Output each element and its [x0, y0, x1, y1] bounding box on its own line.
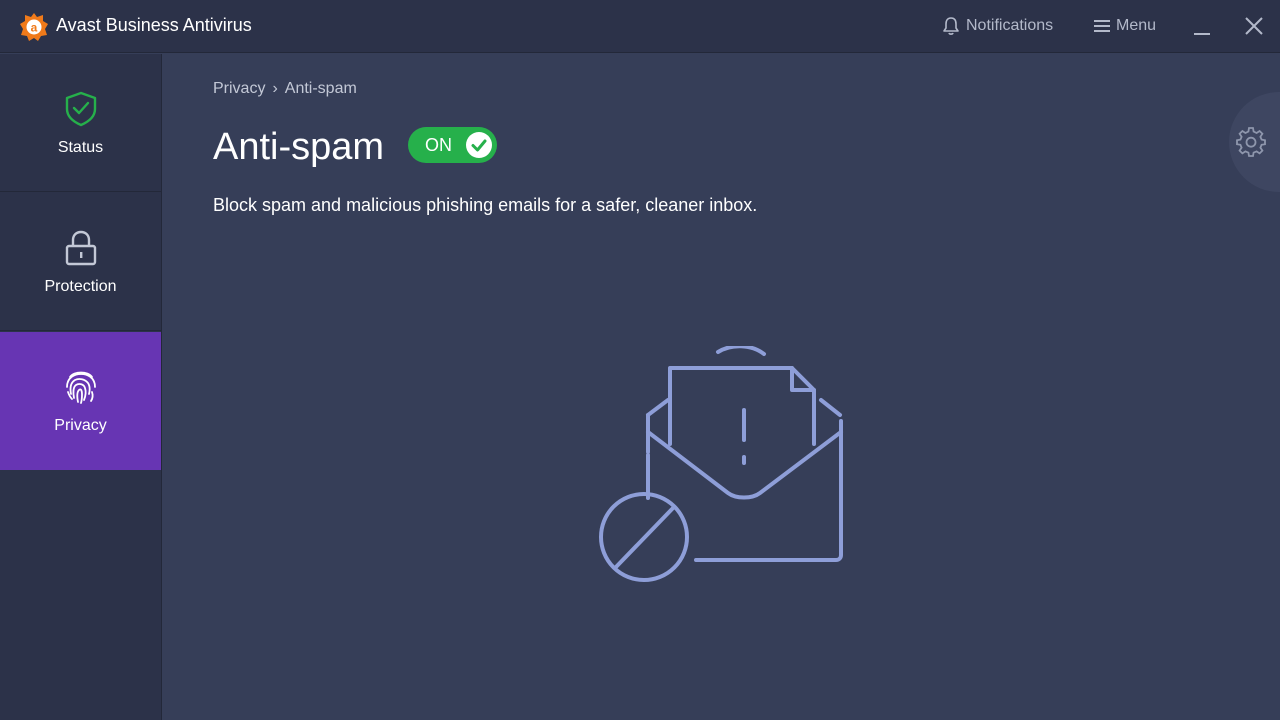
menu-label: Menu	[1116, 17, 1157, 34]
toggle-label: ON	[425, 135, 452, 155]
lock-icon	[65, 230, 96, 265]
hamburger-icon	[1094, 20, 1110, 32]
settings-button[interactable]	[1229, 92, 1280, 192]
svg-text:a: a	[31, 21, 38, 35]
breadcrumb-privacy-link[interactable]: Privacy	[213, 80, 265, 98]
sidebar-item-label: Status	[57, 138, 104, 156]
menu-button[interactable]: Menu	[1094, 14, 1156, 38]
shield-check-icon	[65, 91, 96, 126]
sidebar-item-label: Protection	[44, 277, 117, 295]
gear-icon	[1236, 127, 1266, 157]
anti-spam-toggle[interactable]: ON	[408, 127, 497, 163]
page-title: Anti-spam	[213, 126, 385, 168]
spam-envelope-blocked-icon	[599, 346, 843, 582]
title-bar: a Avast Business Antivirus Notifications…	[0, 0, 1280, 53]
breadcrumb: Privacy › Anti-spam	[213, 80, 357, 98]
sidebar-item-label: Privacy	[54, 417, 107, 434]
notifications-button[interactable]: Notifications	[942, 14, 1053, 38]
breadcrumb-separator: ›	[272, 80, 278, 97]
check-circle-icon	[466, 132, 492, 158]
bell-icon	[943, 17, 959, 35]
minimize-icon[interactable]	[1190, 14, 1214, 38]
notifications-label: Notifications	[966, 17, 1054, 34]
app-title: Avast Business Antivirus	[56, 15, 252, 35]
sidebar-item-status[interactable]: Status	[0, 54, 161, 192]
fingerprint-icon	[65, 371, 96, 404]
close-icon[interactable]	[1242, 14, 1266, 38]
avast-logo-icon: a	[20, 13, 48, 41]
sidebar-item-protection[interactable]: Protection	[0, 193, 161, 331]
breadcrumb-current: Anti-spam	[284, 80, 357, 97]
page-description: Block spam and malicious phishing emails…	[213, 195, 758, 215]
sidebar: Status Protection Privacy	[0, 54, 162, 720]
sidebar-item-privacy[interactable]: Privacy	[0, 332, 161, 470]
